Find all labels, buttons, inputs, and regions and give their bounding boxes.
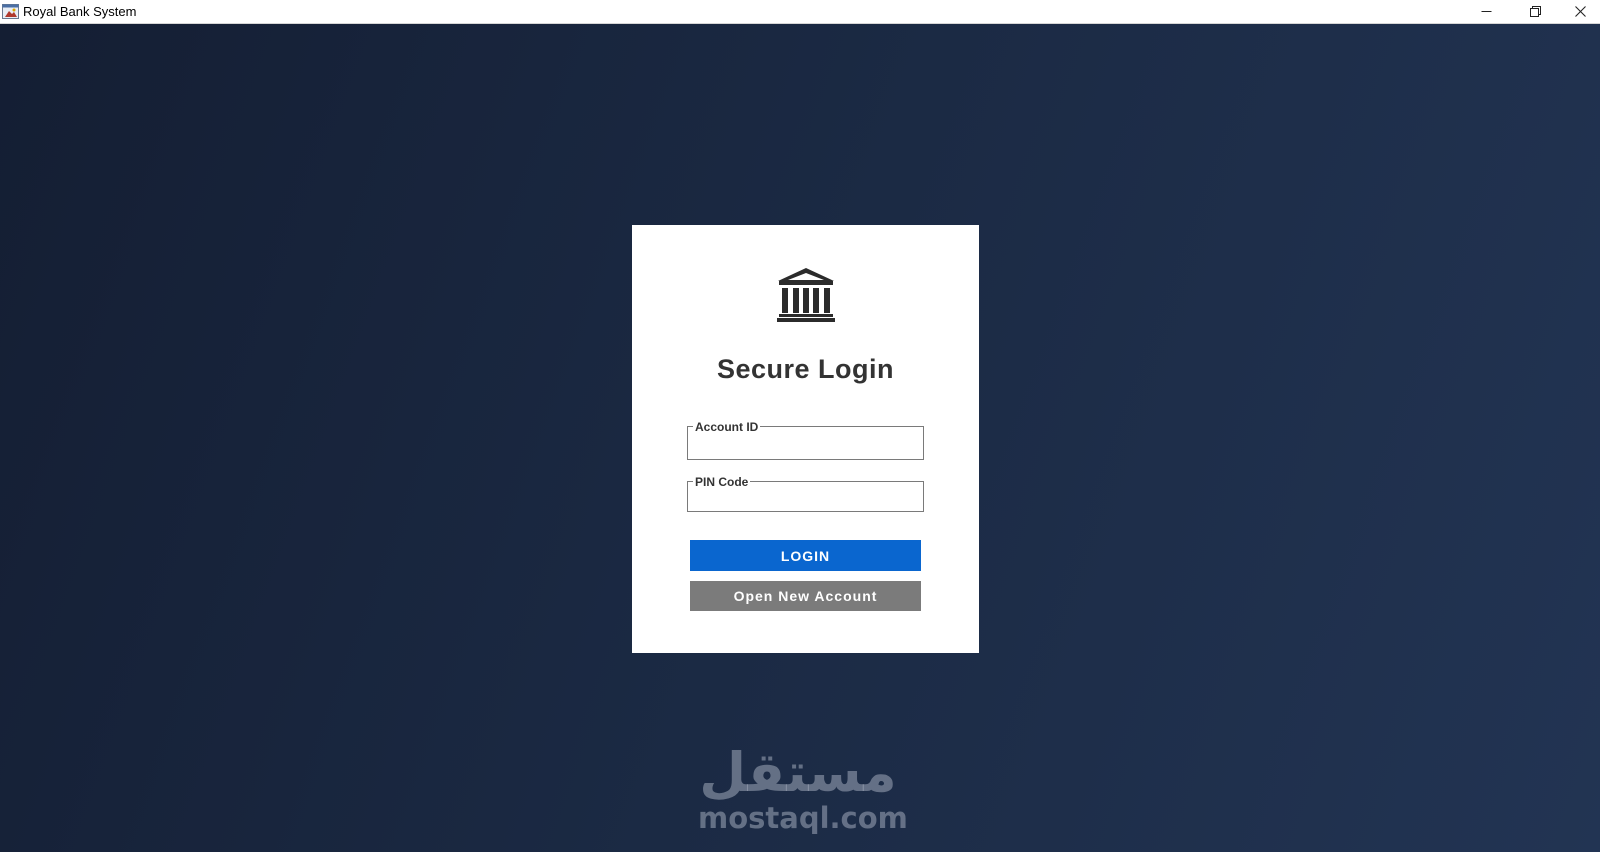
login-card: Secure Login Account ID PIN Code LOGIN O… (632, 225, 979, 653)
login-title: Secure Login (716, 354, 895, 384)
watermark-logo: مستقل mostaql.com (698, 741, 908, 843)
open-new-account-button[interactable]: Open New Account (690, 581, 921, 611)
close-icon (1575, 6, 1586, 17)
bank-building-icon (776, 267, 836, 323)
window-title: Royal Bank System (23, 4, 137, 19)
application-window: Royal Bank System Secure Login Account I… (0, 0, 1600, 852)
login-button[interactable]: LOGIN (690, 540, 921, 571)
watermark-arabic-text: مستقل (699, 741, 897, 804)
main-background: Secure Login Account ID PIN Code LOGIN O… (0, 24, 1600, 852)
account-id-input[interactable] (692, 440, 919, 456)
restore-icon (1529, 6, 1541, 17)
close-button[interactable] (1561, 0, 1600, 23)
account-id-label: Account ID (693, 420, 761, 434)
app-window-icon (2, 3, 19, 20)
minimize-button[interactable] (1463, 0, 1509, 23)
pin-code-input[interactable] (692, 492, 919, 508)
account-id-field[interactable]: Account ID (687, 420, 924, 460)
restore-button[interactable] (1512, 0, 1558, 23)
watermark-latin-text: mostaql.com (698, 801, 908, 835)
minimize-icon (1481, 6, 1492, 17)
title-bar[interactable]: Royal Bank System (0, 0, 1600, 24)
pin-code-label: PIN Code (693, 475, 751, 489)
pin-code-field[interactable]: PIN Code (687, 475, 924, 512)
